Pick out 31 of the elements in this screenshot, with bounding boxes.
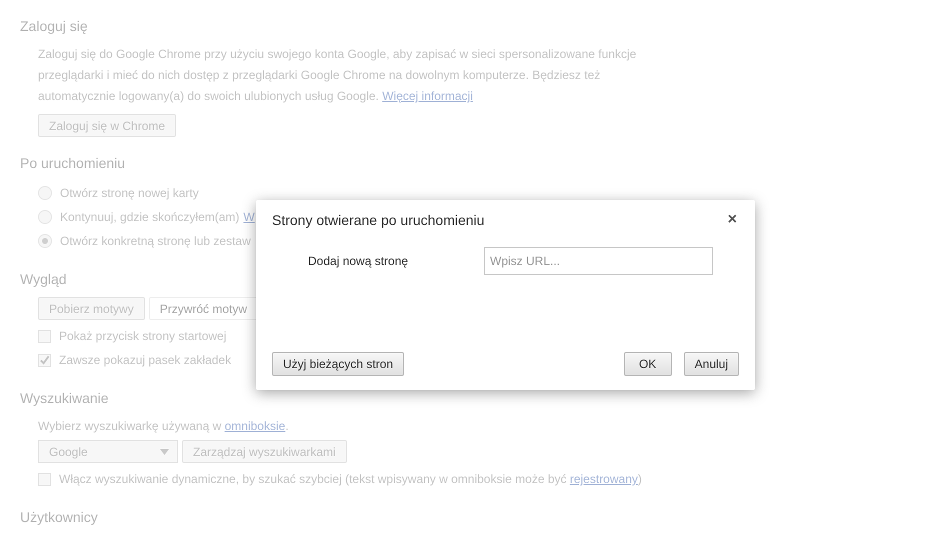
checkbox-label: Pokaż przycisk strony startowej bbox=[59, 329, 226, 343]
more-info-link[interactable]: Więcej informacji bbox=[382, 89, 473, 103]
radio-button[interactable] bbox=[38, 234, 52, 248]
add-page-label: Dodaj nową stronę bbox=[308, 254, 410, 268]
close-button[interactable]: × bbox=[726, 212, 739, 228]
use-current-pages-button[interactable]: Użyj bieżących stron bbox=[272, 352, 404, 376]
checkbox-label: Włącz wyszukiwanie dynamiczne, by szukać szybciej (tekst wpisywany w omniboksie może być rejestrowany) bbox=[59, 472, 642, 486]
ok-button[interactable]: OK bbox=[624, 352, 672, 376]
section-heading: Po uruchomieniu bbox=[20, 154, 126, 172]
checkbox-label: Zawsze pokazuj pasek zakładek bbox=[59, 353, 232, 367]
checkbox[interactable] bbox=[38, 354, 51, 366]
section-heading: Wyszukiwanie bbox=[20, 389, 110, 407]
radio-button[interactable] bbox=[38, 186, 52, 200]
section-heading: Zaloguj się bbox=[20, 17, 89, 35]
radio-label: Otwórz stronę nowej karty bbox=[60, 186, 199, 200]
section-heading: Wygląd bbox=[20, 270, 68, 288]
search-engine-text: Wybierz wyszukiwarkę używaną w omniboksie. bbox=[38, 418, 290, 435]
option-link[interactable]: W bbox=[243, 210, 255, 224]
omnibox-link[interactable]: omniboksie bbox=[224, 419, 286, 433]
radio-label: Kontynuuj, gdzie skończyłem(am) bbox=[60, 210, 240, 224]
checkbox[interactable] bbox=[38, 330, 51, 342]
description-text: Zaloguj się do Google Chrome przy użyciu swojego konta Google, aby zapisać w sieci spersonalizowane funkcje przeglądarki i mieć do nich dostęp z przeglądarki Google Chrome na dowolnym komputerze. Będziesz też automatycznie logowany(a) do swoich ulubionych usług Google. Więcej informacji bbox=[38, 46, 638, 105]
url-input-field[interactable]: Wpisz URL... bbox=[484, 247, 713, 275]
section-heading: Użytkownicy bbox=[20, 508, 99, 526]
registered-link[interactable]: rejestrowany bbox=[570, 472, 638, 486]
cancel-button[interactable]: Anuluj bbox=[684, 352, 739, 376]
radio-label: Otwórz konkretną stronę lub zestaw bbox=[60, 234, 251, 248]
radio-button[interactable] bbox=[38, 210, 52, 224]
dialog-title: Strony otwierane po uruchomieniu bbox=[272, 212, 484, 228]
caret-icon bbox=[160, 448, 169, 454]
checkbox[interactable] bbox=[38, 472, 51, 486]
